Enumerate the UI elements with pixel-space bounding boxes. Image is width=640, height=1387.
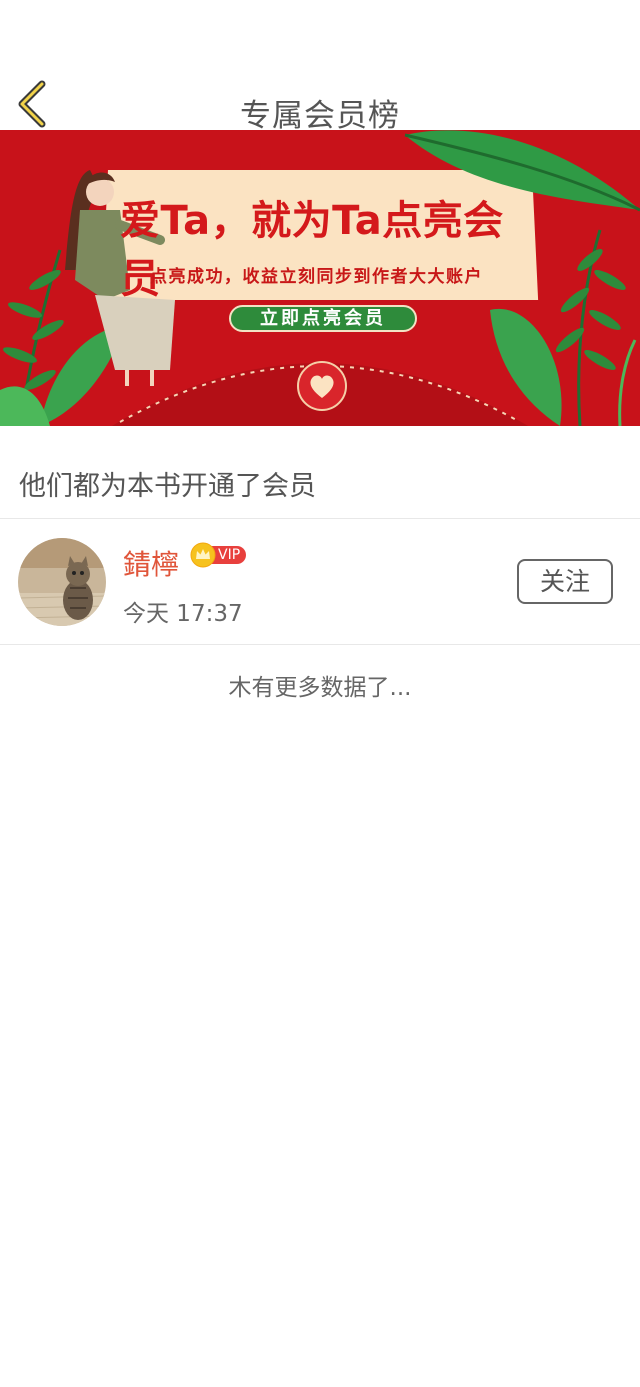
no-more-data-text: 木有更多数据了... xyxy=(228,675,412,701)
crown-icon xyxy=(190,542,216,568)
section-heading: 他们都为本书开通了会员 xyxy=(19,471,316,502)
member-row: 錆檸 VIP 今天 17:37 关注 xyxy=(0,520,640,644)
divider xyxy=(0,518,640,519)
page: 专属会员榜 爱Ta，就为Ta点亮会员 点亮成功，收益立刻同步到作者大大账户 立即… xyxy=(0,0,640,1387)
banner-cta-button[interactable]: 立即点亮会员 xyxy=(229,305,417,332)
member-time: 今天 17:37 xyxy=(123,601,243,627)
page-title: 专属会员榜 xyxy=(240,98,400,134)
member-name[interactable]: 錆檸 xyxy=(123,543,179,583)
promo-banner[interactable]: 爱Ta，就为Ta点亮会员 点亮成功，收益立刻同步到作者大大账户 立即点亮会员 xyxy=(0,130,640,426)
divider xyxy=(0,644,640,645)
vip-badge: VIP xyxy=(190,542,248,568)
avatar[interactable] xyxy=(18,538,106,626)
follow-button[interactable]: 关注 xyxy=(517,559,613,604)
banner-subtitle: 点亮成功，收益立刻同步到作者大大账户 xyxy=(150,267,483,287)
header: 专属会员榜 xyxy=(0,0,640,134)
avatar-cat-image xyxy=(18,538,106,626)
